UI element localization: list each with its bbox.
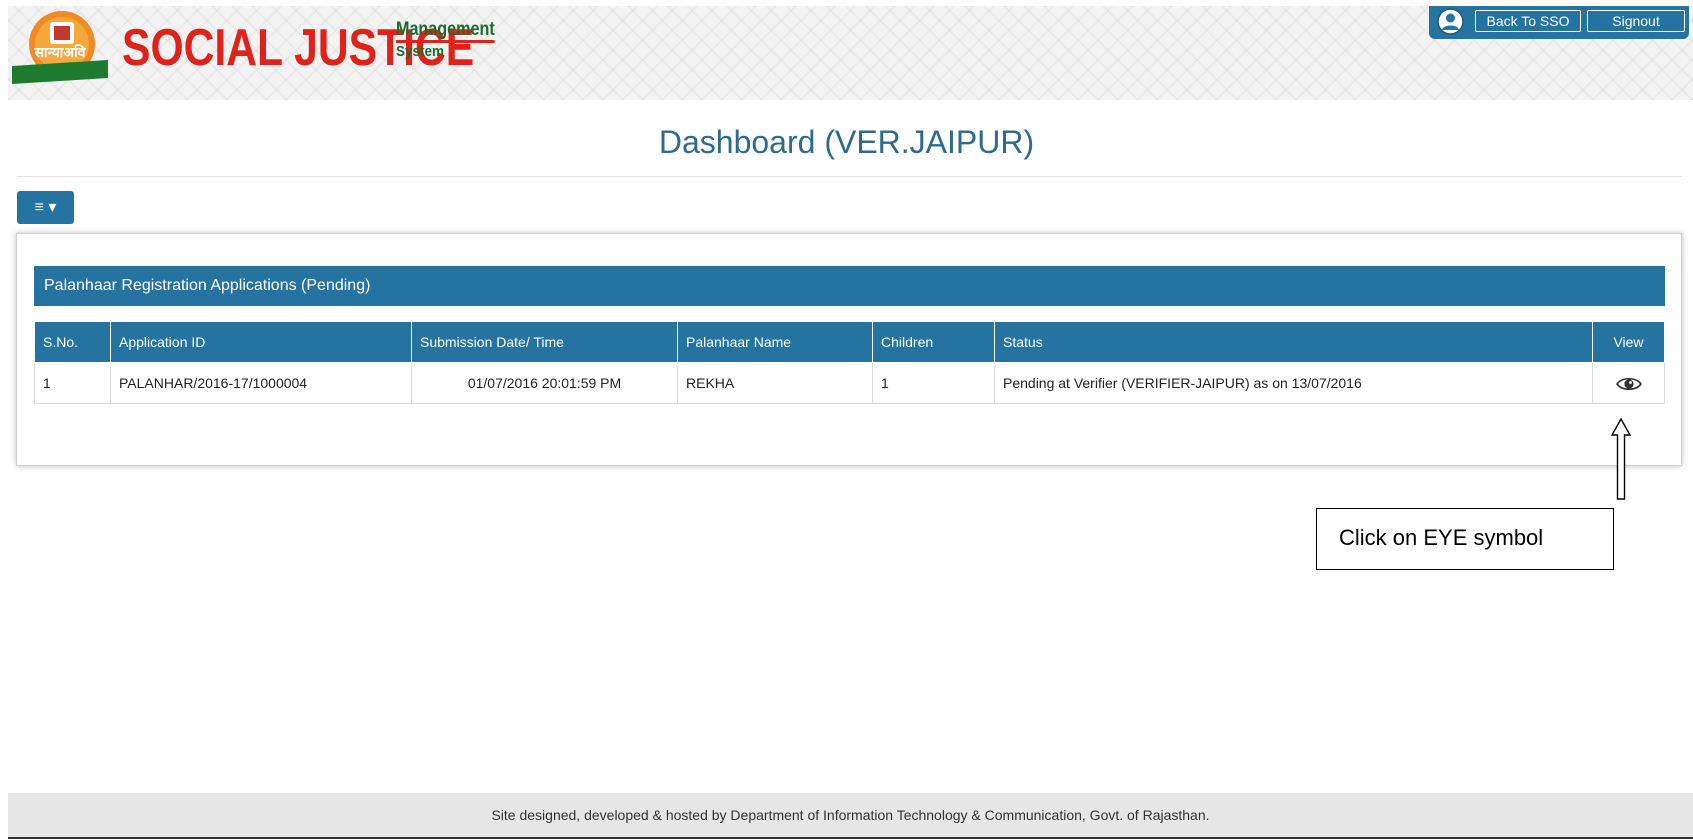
cell-view — [1592, 362, 1665, 404]
brand-sub-management: Management — [396, 20, 495, 43]
user-avatar-icon[interactable] — [1437, 8, 1464, 35]
brand-sub-system: System — [396, 43, 445, 60]
page-title: Dashboard (VER.JAIPUR) — [658, 124, 1035, 160]
applications-table: S.No. Application ID Submission Date/ Ti… — [34, 322, 1665, 404]
svg-text:सान्याअवि: सान्याअवि — [33, 44, 86, 61]
column-header-children: Children — [872, 322, 995, 363]
column-header-view: View — [1592, 322, 1665, 363]
signout-button[interactable]: Signout — [1587, 10, 1685, 32]
title-divider — [17, 176, 1682, 177]
back-to-sso-button[interactable]: Back To SSO — [1475, 10, 1581, 32]
column-header-submission: Submission Date/ Time — [411, 322, 678, 363]
column-header-palanhaar-name: Palanhaar Name — [677, 322, 873, 363]
department-emblem-logo: सान्याअवि — [12, 11, 108, 84]
hamburger-menu-icon: ≡ ▾ — [34, 199, 57, 216]
cell-palanhaar-name: REKHA — [677, 362, 873, 404]
panel-heading: Palanhaar Registration Applications (Pen… — [34, 266, 1665, 306]
cell-sno: 1 — [34, 362, 111, 404]
annotation-arrow-icon — [1611, 418, 1631, 500]
column-header-sno: S.No. — [34, 322, 111, 363]
cell-children: 1 — [872, 362, 995, 404]
eye-icon[interactable] — [1615, 376, 1642, 392]
menu-dropdown-button[interactable]: ≡ ▾ — [17, 191, 74, 224]
cell-status: Pending at Verifier (VERIFIER-JAIPUR) as… — [994, 362, 1593, 404]
site-footer: Site designed, developed & hosted by Dep… — [8, 793, 1693, 837]
table-row: 1 PALANHAR/2016-17/1000004 01/07/2016 20… — [34, 362, 1665, 404]
cell-submission: 01/07/2016 20:01:59 PM — [411, 362, 678, 404]
column-header-application-id: Application ID — [110, 322, 412, 363]
instruction-callout: Click on EYE symbol — [1316, 508, 1614, 570]
column-header-status: Status — [994, 322, 1593, 363]
cell-application-id: PALANHAR/2016-17/1000004 — [110, 362, 412, 404]
brand-subtitle: Management System — [396, 20, 512, 60]
table-header-row: S.No. Application ID Submission Date/ Ti… — [34, 322, 1665, 363]
